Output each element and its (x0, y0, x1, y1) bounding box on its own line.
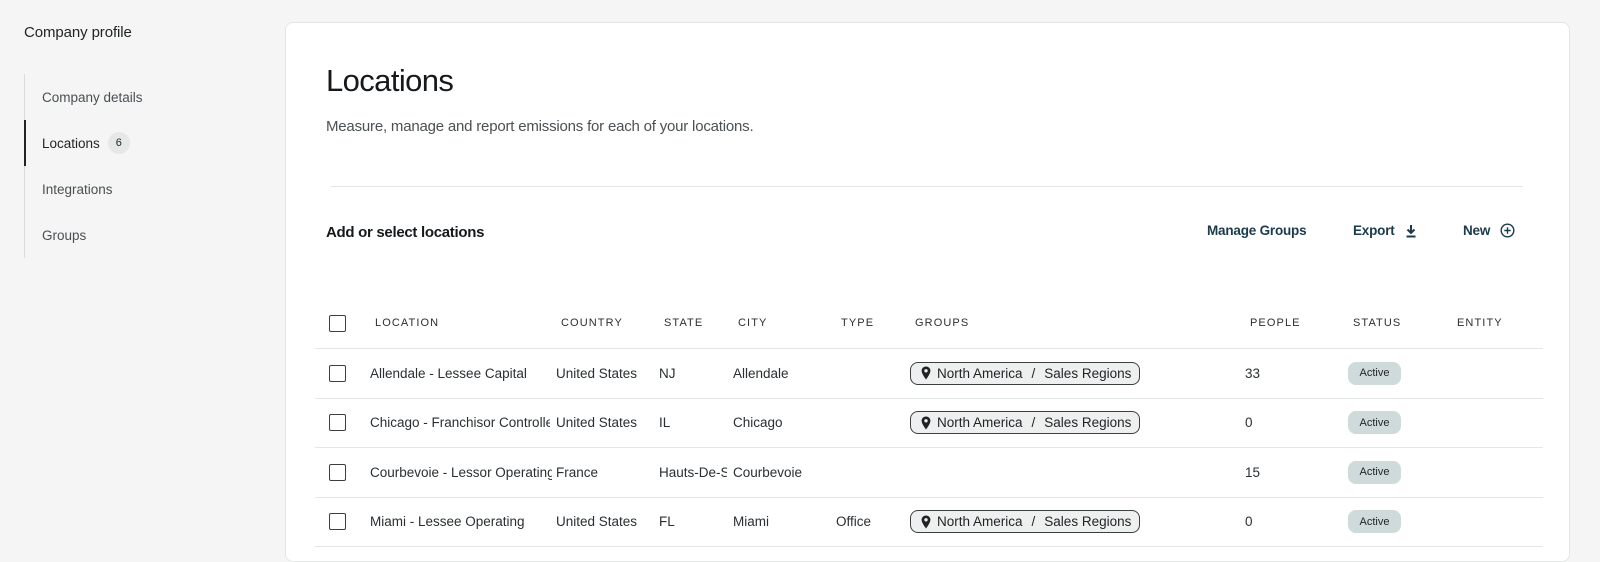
status-badge: Active (1348, 510, 1401, 534)
manage-groups-label: Manage Groups (1207, 223, 1307, 238)
city-cell: Allendale (733, 365, 789, 381)
status-cell: Active (1348, 399, 1401, 448)
map-pin-icon (921, 515, 931, 529)
group-tag[interactable]: North America / Sales Regions (910, 411, 1141, 435)
location-cell[interactable]: Courbevoie - Lessor Operating (370, 448, 552, 497)
header-city[interactable]: CITY (738, 298, 767, 348)
row-select-cell (329, 448, 346, 497)
status-badge: Active (1348, 411, 1401, 435)
people-cell: 33 (1245, 365, 1261, 381)
sidebar-item-label: Locations (42, 135, 100, 151)
sidebar-item-label: Groups (42, 227, 87, 243)
group-category: Sales Regions (1044, 514, 1132, 530)
download-icon (1406, 224, 1416, 237)
export-label: Export (1353, 223, 1395, 238)
header-people[interactable]: PEOPLE (1250, 298, 1301, 348)
group-tag[interactable]: North America / Sales Regions (910, 361, 1141, 385)
state-cell: IL (659, 415, 671, 431)
location-cell[interactable]: Miami - Lessee Operating (370, 498, 552, 547)
main-panel: Locations Measure, manage and report emi… (285, 22, 1570, 562)
city-cell: Chicago (733, 415, 783, 431)
table-row[interactable]: Allendale - Lessee Capital United States… (315, 349, 1543, 399)
header-entity[interactable]: ENTITY (1457, 298, 1503, 348)
sidebar-item-label: Integrations (42, 181, 113, 197)
location-cell[interactable]: Allendale - Lessee Capital (370, 349, 552, 398)
group-separator: / (1031, 415, 1036, 431)
plus-circle-icon (1500, 223, 1515, 238)
sidebar-item-company-details[interactable]: Company details (25, 74, 282, 120)
status-cell: Active (1348, 448, 1401, 497)
location-cell[interactable]: Chicago - Franchisor Controlled (370, 399, 550, 448)
group-region: North America (937, 514, 1023, 530)
header-groups[interactable]: GROUPS (915, 298, 969, 348)
row-checkbox[interactable] (329, 414, 346, 432)
table-row[interactable]: Courbevoie - Lessor Operating France Hau… (315, 448, 1543, 498)
new-button[interactable]: New (1463, 223, 1515, 238)
status-badge: Active (1348, 460, 1401, 484)
status-cell: Active (1348, 349, 1401, 398)
groups-cell: North America / Sales Regions (910, 349, 1141, 398)
country-cell: United States (556, 514, 638, 530)
status-badge: Active (1348, 361, 1401, 385)
city-cell: Courbevoie (733, 464, 803, 480)
groups-cell: North America / Sales Regions (910, 498, 1141, 547)
state-cell: Hauts-De-Seine (659, 464, 727, 480)
sidebar-item-label: Company details (42, 89, 143, 105)
status-cell: Active (1348, 498, 1401, 547)
group-tag[interactable]: North America / Sales Regions (910, 510, 1141, 534)
state-cell: FL (659, 514, 675, 530)
table-row[interactable]: Chicago - Franchisor Controlled United S… (315, 399, 1543, 448)
people-cell: 15 (1245, 464, 1261, 480)
group-region: North America (937, 415, 1023, 431)
sidebar-nav: Company details Locations 6 Integrations… (24, 74, 282, 258)
people-cell: 0 (1245, 514, 1253, 530)
section-title: Add or select locations (326, 224, 485, 241)
country-cell: United States (556, 365, 638, 381)
sidebar-title: Company profile (24, 24, 132, 41)
locations-table: LOCATION COUNTRY STATE CITY TYPE GROUPS … (315, 309, 1543, 547)
select-all-checkbox[interactable] (329, 314, 346, 332)
state-cell: NJ (659, 365, 676, 381)
row-select-cell (329, 349, 346, 398)
people-cell: 0 (1245, 415, 1253, 431)
new-label: New (1463, 223, 1491, 238)
count-badge: 6 (107, 132, 130, 154)
page-title: Locations (326, 63, 454, 98)
divider (331, 186, 1523, 187)
sidebar-item-integrations[interactable]: Integrations (25, 166, 282, 212)
header-state[interactable]: STATE (664, 298, 703, 348)
groups-cell: North America / Sales Regions (910, 399, 1141, 448)
export-button[interactable]: Export (1353, 223, 1417, 238)
row-checkbox[interactable] (329, 513, 346, 531)
sidebar: Company profile Company details Location… (0, 0, 282, 540)
header-country[interactable]: COUNTRY (561, 298, 623, 348)
map-pin-icon (921, 366, 931, 380)
table-header-row: LOCATION COUNTRY STATE CITY TYPE GROUPS … (315, 298, 1543, 349)
group-separator: / (1031, 365, 1036, 381)
type-cell (836, 349, 906, 398)
country-cell: United States (556, 415, 638, 431)
group-category: Sales Regions (1044, 415, 1132, 431)
page-subtitle: Measure, manage and report emissions for… (326, 118, 754, 135)
sidebar-item-locations[interactable]: Locations 6 (24, 120, 282, 166)
country-cell: France (556, 464, 599, 480)
group-category: Sales Regions (1044, 365, 1132, 381)
group-separator: / (1031, 514, 1036, 530)
map-pin-icon (921, 416, 931, 430)
header-location[interactable]: LOCATION (375, 298, 439, 348)
header-status[interactable]: STATUS (1353, 298, 1401, 348)
header-type[interactable]: TYPE (841, 298, 874, 348)
row-checkbox[interactable] (329, 463, 346, 481)
type-cell: Office (836, 514, 872, 530)
city-cell: Miami (733, 514, 769, 530)
manage-groups-button[interactable]: Manage Groups (1207, 223, 1307, 238)
group-region: North America (937, 365, 1023, 381)
row-select-cell (329, 399, 346, 448)
select-all-cell (329, 298, 346, 348)
sidebar-item-groups[interactable]: Groups (25, 212, 282, 258)
type-cell (836, 448, 906, 497)
type-cell (836, 399, 906, 448)
row-select-cell (329, 498, 346, 547)
row-checkbox[interactable] (329, 364, 346, 382)
